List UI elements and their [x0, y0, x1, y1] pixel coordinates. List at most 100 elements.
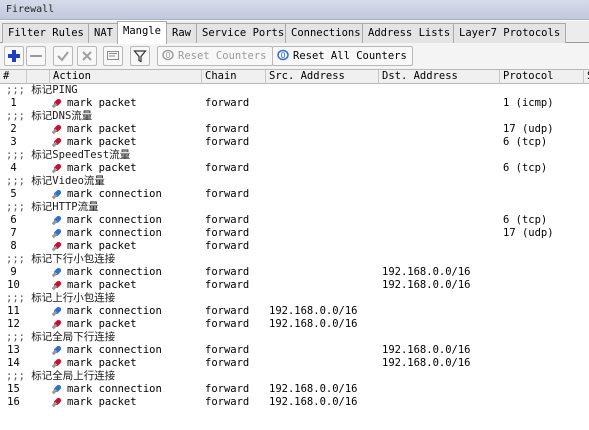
mark-connection-icon — [51, 384, 64, 395]
table-row[interactable]: 14 mark packet forward 192.168.0.0/16 — [0, 357, 589, 370]
rule-action: mark packet — [67, 357, 137, 369]
rule-number: 1 — [10, 97, 17, 109]
rule-comment: ;;; 标记全局上行连接 — [6, 370, 115, 383]
remove-button[interactable] — [26, 46, 46, 66]
rule-chain: forward — [205, 136, 250, 148]
comment-row[interactable]: ;;; 标记PING — [0, 84, 589, 97]
rule-chain: forward — [205, 188, 250, 200]
table-row[interactable]: 11 mark connection forward 192.168.0.0/16 — [0, 305, 589, 318]
comment-button[interactable] — [103, 46, 123, 66]
column-header-num[interactable]: # — [0, 70, 27, 84]
rule-src-address: 192.168.0.0/16 — [269, 305, 358, 317]
disable-button[interactable] — [77, 46, 97, 66]
rule-chain: forward — [205, 279, 250, 291]
rule-number: 4 — [10, 162, 17, 174]
rule-dst-address — [379, 123, 500, 136]
table-row[interactable]: 9 mark connection forward 192.168.0.0/16 — [0, 266, 589, 279]
mark-connection-icon — [51, 228, 64, 239]
table-row[interactable]: 7 mark connection forward 17 (udp) — [0, 227, 589, 240]
comment-row[interactable]: ;;; 标记HTTP流量 — [0, 201, 589, 214]
column-header-src-address[interactable]: Src. Address — [266, 70, 379, 84]
tab-bar: Filter Rules NAT Mangle Raw Service Port… — [0, 21, 589, 44]
tab-layer7-protocols[interactable]: Layer7 Protocols — [453, 23, 567, 43]
rule-comment: ;;; 标记HTTP流量 — [6, 201, 99, 214]
rule-src-address — [266, 188, 379, 201]
table-row[interactable]: 5 mark connection forward — [0, 188, 589, 201]
tab-address-lists[interactable]: Address Lists — [362, 23, 457, 43]
table-row[interactable]: 12 mark packet forward 192.168.0.0/16 — [0, 318, 589, 331]
rule-protocol: 6 (tcp) — [503, 162, 548, 174]
column-header-dst-address[interactable]: Dst. Address — [379, 70, 500, 84]
table-header: # Action Chain Src. Address Dst. Address… — [0, 69, 589, 84]
table-row[interactable]: 16 mark packet forward 192.168.0.0/16 — [0, 396, 589, 409]
rule-dst-address — [379, 214, 500, 227]
rule-number: 16 — [7, 396, 20, 408]
comment-row[interactable]: ;;; 标记全局上行连接 — [0, 370, 589, 383]
svg-text:0: 0 — [166, 51, 171, 60]
rule-comment: ;;; 标记SpeedTest流量 — [6, 149, 130, 162]
reset-counters-button[interactable]: 0 Reset Counters — [157, 46, 273, 66]
mark-packet-icon — [51, 124, 64, 135]
column-header-protocol[interactable]: Protocol — [500, 70, 584, 84]
mark-packet-icon — [51, 98, 64, 109]
comment-prefix: ;;; — [6, 331, 25, 343]
table-row[interactable]: 2 mark packet forward 17 (udp) — [0, 123, 589, 136]
rule-dst-address — [379, 318, 500, 331]
comment-row[interactable]: ;;; 标记下行小包连接 — [0, 253, 589, 266]
cross-icon — [82, 51, 92, 61]
rule-number: 3 — [10, 136, 17, 148]
comment-row[interactable]: ;;; 标记Video流量 — [0, 175, 589, 188]
rule-comment: ;;; 标记DNS流量 — [6, 110, 92, 123]
table-row[interactable]: 4 mark packet forward 6 (tcp) — [0, 162, 589, 175]
rule-protocol — [500, 240, 584, 253]
comment-icon — [107, 51, 119, 60]
rule-protocol: 6 (tcp) — [503, 214, 548, 226]
rule-chain: forward — [205, 227, 250, 239]
reset-all-counters-button[interactable]: 0 Reset All Counters — [272, 46, 413, 66]
comment-prefix: ;;; — [6, 149, 25, 161]
column-header-blank[interactable] — [27, 70, 50, 84]
tab-service-ports[interactable]: Service Ports — [196, 23, 291, 43]
rule-protocol: 17 (udp) — [503, 123, 554, 135]
filter-icon — [133, 50, 147, 63]
add-button[interactable] — [4, 46, 24, 66]
table-row[interactable]: 10 mark packet forward 192.168.0.0/16 — [0, 279, 589, 292]
rule-src-address — [266, 266, 379, 279]
rule-number: 8 — [10, 240, 17, 252]
rule-chain: forward — [205, 344, 250, 356]
rule-chain: forward — [205, 357, 250, 369]
filter-button[interactable] — [130, 46, 150, 66]
window-title: Firewall — [0, 0, 589, 20]
table-row[interactable]: 8 mark packet forward — [0, 240, 589, 253]
comment-row[interactable]: ;;; 标记SpeedTest流量 — [0, 149, 589, 162]
table-row[interactable]: 6 mark connection forward 6 (tcp) — [0, 214, 589, 227]
comment-row[interactable]: ;;; 标记全局下行连接 — [0, 331, 589, 344]
rule-dst-address — [379, 227, 500, 240]
rule-protocol — [500, 318, 584, 331]
table-row[interactable]: 1 mark packet forward 1 (icmp) — [0, 97, 589, 110]
comment-row[interactable]: ;;; 标记DNS流量 — [0, 110, 589, 123]
tab-mangle[interactable]: Mangle — [117, 21, 167, 44]
rule-dst-address — [379, 383, 500, 396]
rule-protocol — [500, 344, 584, 357]
tab-raw[interactable]: Raw — [166, 23, 197, 43]
column-header-chain[interactable]: Chain — [202, 70, 266, 84]
rule-number: 9 — [10, 266, 17, 278]
rule-action: mark connection — [67, 188, 162, 200]
tab-filter-rules[interactable]: Filter Rules — [2, 23, 90, 43]
comment-text: 标记PING — [31, 84, 78, 96]
enable-button[interactable] — [53, 46, 73, 66]
rule-action: mark connection — [67, 305, 162, 317]
reset-zero-icon: 0 — [161, 49, 175, 64]
table-row[interactable]: 13 mark connection forward 192.168.0.0/16 — [0, 344, 589, 357]
column-header-extra[interactable]: S — [584, 70, 589, 84]
table-row[interactable]: 15 mark connection forward 192.168.0.0/16 — [0, 383, 589, 396]
tab-nat[interactable]: NAT — [88, 23, 119, 43]
column-header-action[interactable]: Action — [50, 70, 202, 84]
comment-text: 标记全局上行连接 — [31, 370, 116, 382]
tab-connections[interactable]: Connections — [285, 23, 367, 43]
mark-connection-icon — [51, 215, 64, 226]
table-row[interactable]: 3 mark packet forward 6 (tcp) — [0, 136, 589, 149]
comment-row[interactable]: ;;; 标记上行小包连接 — [0, 292, 589, 305]
rule-action: mark packet — [67, 123, 137, 135]
